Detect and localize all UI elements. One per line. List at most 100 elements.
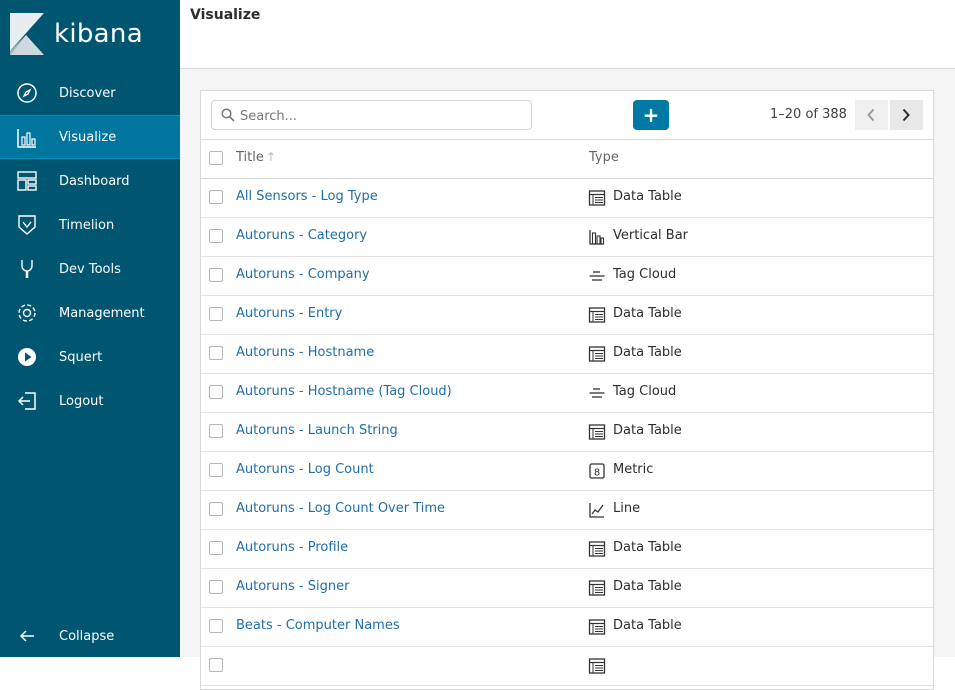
dashboard-icon — [17, 171, 37, 191]
table-icon — [588, 307, 606, 323]
table-row: Autoruns - Company Tag Cloud — [201, 257, 933, 296]
table-row: Autoruns - Profile Data Table — [201, 530, 933, 569]
row-checkbox[interactable] — [209, 541, 223, 555]
row-checkbox[interactable] — [209, 229, 223, 243]
sort-ascending-icon: ↑ — [265, 150, 276, 164]
metric-icon: 8 — [589, 463, 605, 479]
row-checkbox[interactable] — [209, 463, 223, 477]
visualization-title-link[interactable]: Autoruns - Log Count — [236, 462, 374, 477]
row-checkbox[interactable] — [209, 502, 223, 516]
visualizations-panel: + 1–20 of 388 Title↑ Type All Sensors - … — [200, 90, 934, 690]
visualization-type: Line — [613, 501, 641, 516]
add-visualization-button[interactable]: + — [633, 100, 669, 130]
table-header: Title ↑ Type — [201, 139, 933, 179]
visualization-type: Data Table — [613, 306, 682, 321]
chevron-right-icon — [902, 108, 910, 122]
table-icon — [588, 346, 606, 362]
visualization-type: Tag Cloud — [613, 267, 677, 282]
visualization-type: Data Table — [613, 540, 682, 555]
visualization-title-link[interactable]: Autoruns - Category — [236, 228, 367, 243]
visualization-title-link[interactable]: Autoruns - Hostname (Tag Cloud) — [236, 384, 452, 399]
gear-icon — [18, 304, 36, 322]
visualization-title-link[interactable]: Autoruns - Company — [236, 267, 370, 282]
collapse-button[interactable]: Collapse — [0, 614, 180, 658]
visualization-type: Vertical Bar — [613, 228, 689, 243]
table-row: Autoruns - Category Vertical Bar — [201, 218, 933, 257]
row-checkbox[interactable] — [209, 190, 223, 204]
next-page-button[interactable] — [890, 100, 923, 130]
kibana-logo-icon — [10, 13, 44, 55]
previous-page-button[interactable] — [855, 100, 888, 130]
sidebar: kibana Discover Visualize Dashboard Time… — [0, 0, 180, 657]
table-row — [201, 647, 933, 686]
sidebar-item-dev-tools[interactable]: Dev Tools — [0, 247, 180, 291]
sidebar-item-label: Logout — [59, 393, 104, 409]
shield-icon — [18, 215, 36, 235]
table-icon — [588, 190, 606, 206]
search-box[interactable] — [211, 100, 532, 130]
table-row: Autoruns - Log Count Over Time Line — [201, 491, 933, 530]
row-checkbox[interactable] — [209, 658, 223, 672]
visualization-type: Tag Cloud — [613, 384, 677, 399]
main-content: + 1–20 of 388 Title↑ Type All Sensors - … — [180, 69, 955, 690]
sidebar-item-squert[interactable]: Squert — [0, 335, 180, 379]
visualization-title-link[interactable]: Autoruns - Entry — [236, 306, 342, 321]
table-icon — [588, 619, 606, 635]
table-row: Autoruns - Log Count 8 Metric — [201, 452, 933, 491]
play-icon — [18, 348, 36, 366]
sidebar-item-label: Discover — [59, 85, 116, 101]
table-icon — [588, 658, 606, 674]
row-checkbox[interactable] — [209, 385, 223, 399]
row-checkbox[interactable] — [209, 424, 223, 438]
compass-icon — [17, 83, 37, 103]
select-all-checkbox[interactable] — [209, 151, 223, 165]
sidebar-item-visualize[interactable]: Visualize — [0, 115, 180, 159]
sidebar-item-label: Timelion — [59, 217, 115, 233]
logout-icon — [17, 392, 36, 410]
tag-cloud-icon — [589, 388, 605, 398]
column-header-title[interactable]: Title ↑ — [236, 150, 276, 165]
table-row: Beats - Computer Names Data Table — [201, 608, 933, 647]
vertical-bar-icon — [589, 230, 605, 245]
bar-chart-icon — [17, 129, 36, 148]
table-body: All Sensors - Log Type Data Table Autoruns… — [201, 179, 933, 686]
top-bar: Visualize — [180, 0, 955, 69]
table-row: All Sensors - Log Type Data Table — [201, 179, 933, 218]
row-checkbox[interactable] — [209, 307, 223, 321]
column-header-type[interactable]: Type — [589, 150, 619, 165]
row-checkbox[interactable] — [209, 619, 223, 633]
sidebar-item-logout[interactable]: Logout — [0, 379, 180, 423]
sidebar-item-label: Management — [59, 305, 145, 321]
row-checkbox[interactable] — [209, 580, 223, 594]
search-input[interactable] — [238, 106, 527, 126]
sidebar-item-label: Dashboard — [59, 173, 130, 189]
tag-cloud-icon — [589, 271, 605, 281]
page-title: Visualize — [190, 7, 261, 23]
sidebar-item-dashboard[interactable]: Dashboard — [0, 159, 180, 203]
sidebar-item-discover[interactable]: Discover — [0, 71, 180, 115]
sidebar-item-timelion[interactable]: Timelion — [0, 203, 180, 247]
visualization-title-link[interactable]: Autoruns - Launch String — [236, 423, 398, 438]
sidebar-item-label: Dev Tools — [59, 261, 121, 277]
row-checkbox[interactable] — [209, 268, 223, 282]
row-checkbox[interactable] — [209, 346, 223, 360]
visualization-title-link[interactable]: Beats - Computer Names — [236, 618, 400, 633]
visualization-title-link[interactable]: Autoruns - Signer — [236, 579, 349, 594]
table-row: Autoruns - Launch String Data Table — [201, 413, 933, 452]
collapse-label: Collapse — [59, 628, 115, 644]
visualization-type: Data Table — [613, 618, 682, 633]
search-icon — [221, 108, 235, 122]
visualization-type: Data Table — [613, 579, 682, 594]
visualization-type: Metric — [613, 462, 654, 477]
sidebar-item-management[interactable]: Management — [0, 291, 180, 335]
kibana-logo[interactable]: kibana — [10, 13, 180, 57]
visualization-title-link[interactable]: Autoruns - Profile — [236, 540, 348, 555]
visualization-title-link[interactable]: Autoruns - Log Count Over Time — [236, 501, 445, 516]
visualization-type: Data Table — [613, 423, 682, 438]
brand-name: kibana — [54, 19, 143, 49]
visualization-title-link[interactable]: Autoruns - Hostname — [236, 345, 374, 360]
arrow-left-icon — [19, 630, 34, 642]
visualization-title-link[interactable]: All Sensors - Log Type — [236, 189, 378, 204]
table-icon — [588, 424, 606, 440]
visualization-type: Data Table — [613, 189, 682, 204]
